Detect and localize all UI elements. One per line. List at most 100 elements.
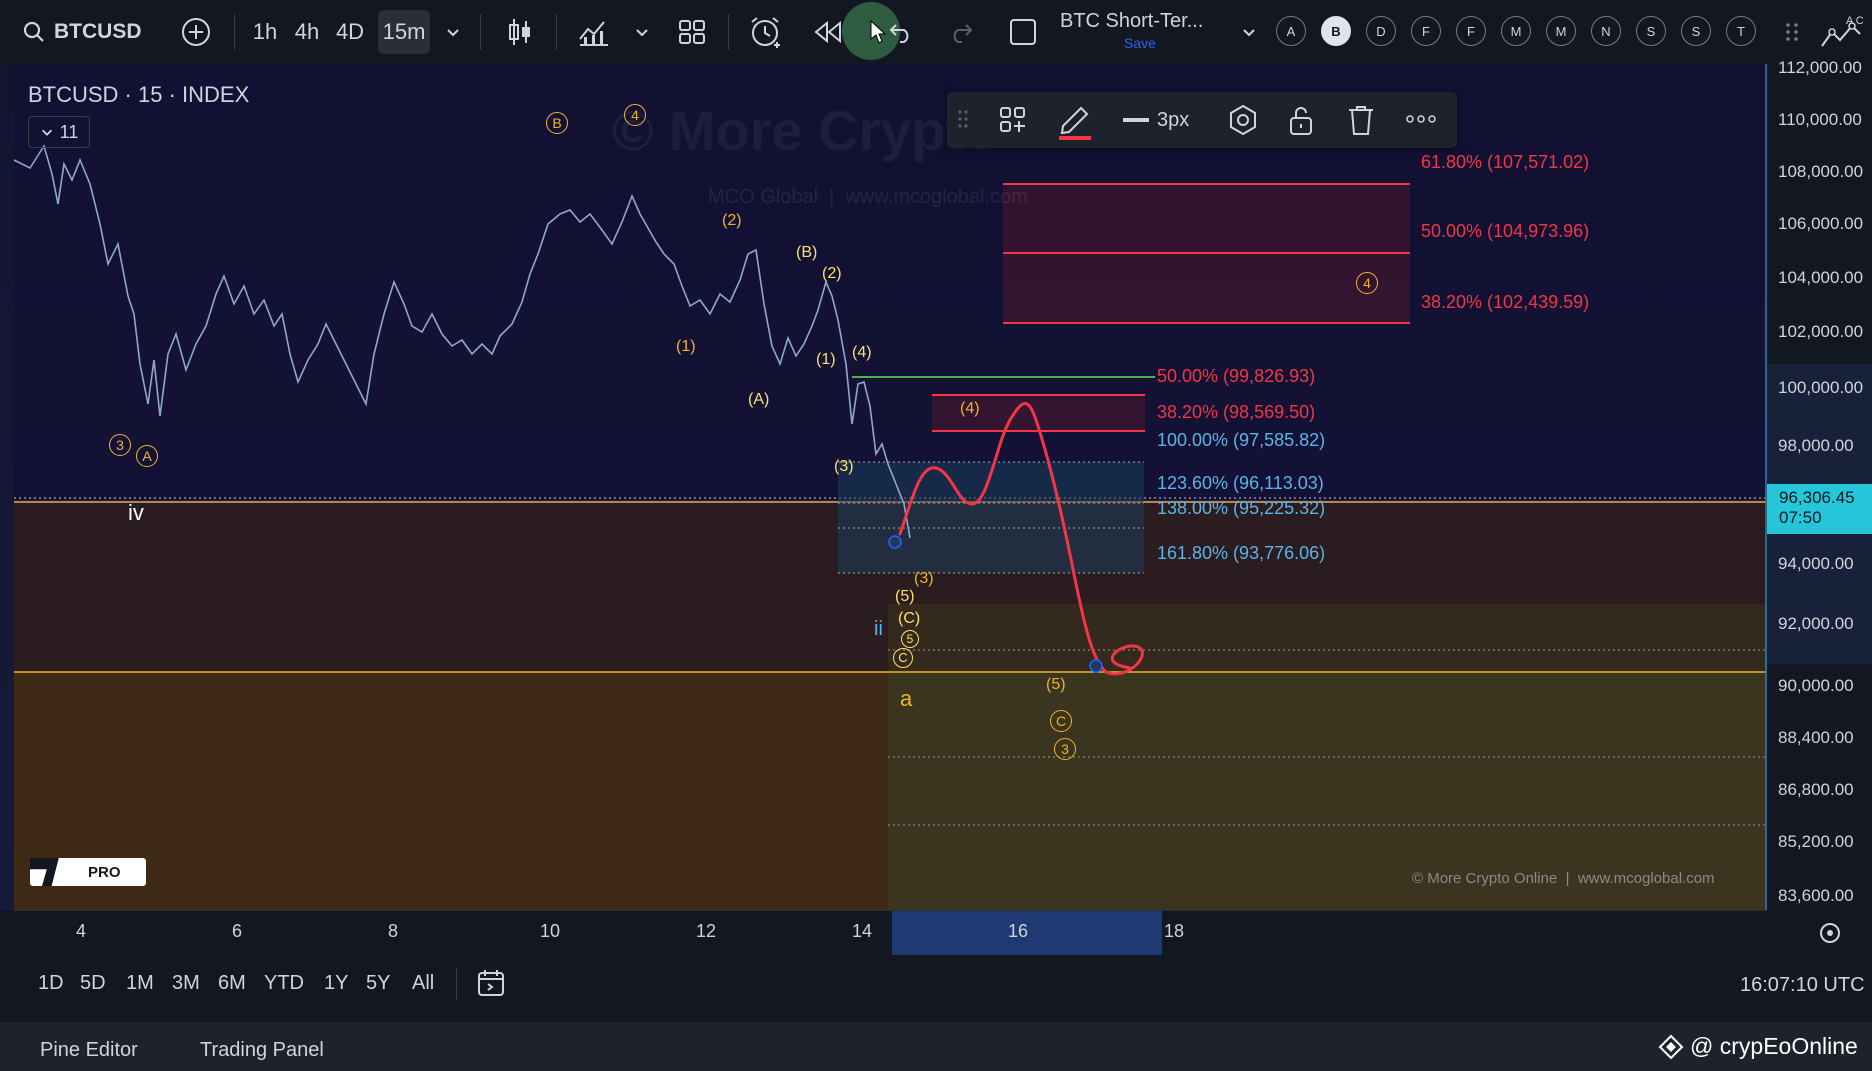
interval-dropdown[interactable]: [440, 10, 466, 54]
time-axis-label: 10: [540, 921, 561, 941]
replay-button[interactable]: [810, 10, 846, 54]
chart-type-button[interactable]: [502, 10, 538, 54]
price-axis-label: 85,200.00: [1778, 832, 1854, 851]
trading-panel-tab[interactable]: Trading Panel: [200, 1039, 324, 1062]
wave-label: (3): [914, 570, 934, 587]
toolbar-divider: [728, 14, 729, 50]
layout-dropdown[interactable]: [1238, 10, 1260, 54]
time-axis-bar[interactable]: 4 6 8 10 12 14 16 18: [14, 910, 1766, 955]
range-1d[interactable]: 1D: [38, 972, 64, 995]
last-price: 96,306.45: [1779, 488, 1855, 507]
drag-handle-icon[interactable]: [1780, 10, 1804, 54]
wave-label: (C): [898, 610, 921, 627]
indicator-count: 11: [59, 121, 79, 142]
toolbar-divider: [234, 14, 235, 50]
letter-button-n[interactable]: N: [1591, 16, 1621, 46]
range-all[interactable]: All: [412, 972, 434, 995]
binance-logo-icon: [1658, 1034, 1684, 1065]
chart-watermark: © More Crypto: [612, 99, 999, 162]
letter-button-s2[interactable]: S: [1681, 16, 1711, 46]
panel-tabs: Pine Editor Trading Panel @ crypEoOnline: [0, 1022, 1872, 1071]
toolbar-divider: [480, 14, 481, 50]
chart-legend-title[interactable]: BTCUSD · 15 · INDEX: [28, 82, 249, 108]
layouts-button[interactable]: [674, 10, 710, 54]
letter-button-s1[interactable]: S: [1636, 16, 1666, 46]
letter-button-m1[interactable]: M: [1501, 16, 1531, 46]
settings-button[interactable]: [1227, 104, 1259, 141]
letter-button-d[interactable]: D: [1366, 16, 1396, 46]
delete-button[interactable]: [1347, 104, 1375, 141]
time-axis-label: 18: [1164, 921, 1185, 941]
indicators-dropdown[interactable]: [632, 10, 652, 54]
letter-button-t[interactable]: T: [1726, 16, 1756, 46]
price-axis-label: 86,800.00: [1778, 780, 1854, 799]
range-6m[interactable]: 6M: [218, 972, 246, 995]
grid-plus-icon: [1000, 107, 1025, 132]
settings-hex-icon: [1230, 104, 1256, 136]
range-1m[interactable]: 1M: [126, 972, 154, 995]
tradingview-logo: PRO: [30, 858, 146, 886]
range-5y[interactable]: 5Y: [366, 972, 390, 995]
price-axis-label: 83,600.00: [1778, 886, 1854, 905]
axis-settings-button[interactable]: [1816, 919, 1844, 947]
letter-button-a[interactable]: A: [1276, 16, 1306, 46]
interval-4d[interactable]: 4D: [334, 10, 366, 54]
utc-clock[interactable]: 16:07:10 UTC: [1740, 974, 1865, 997]
templates-button[interactable]: [999, 106, 1027, 139]
letter-button-f1[interactable]: F: [1411, 16, 1441, 46]
wave-label: (5): [895, 588, 915, 605]
time-axis-label: 14: [852, 921, 873, 941]
chevron-down-icon: [1243, 29, 1255, 37]
interval-1h[interactable]: 1h: [250, 10, 280, 54]
price-axis-label: 98,000.00: [1778, 436, 1854, 455]
redo-button[interactable]: [946, 10, 976, 54]
gear-icon: [1820, 923, 1840, 943]
price-axis-label: 94,000.00: [1778, 554, 1854, 573]
tv-logo-mark: [30, 858, 59, 886]
wave-label: (1): [816, 351, 836, 368]
time-axis-label: 16: [1008, 921, 1029, 941]
range-3m[interactable]: 3M: [172, 972, 200, 995]
drawing-tool-icon[interactable]: A C: [1816, 10, 1866, 54]
letter-button-b[interactable]: B: [1321, 16, 1351, 46]
layout-checkbox[interactable]: [1006, 10, 1040, 54]
line-width-label: 3px: [1157, 108, 1190, 131]
wave-label: C: [893, 648, 913, 668]
toolbar-drag-handle[interactable]: [957, 108, 969, 135]
fib-138: 138.00% (95,225.32): [1157, 498, 1326, 518]
price-axis-label: 88,400.00: [1778, 728, 1854, 747]
undo-button[interactable]: [886, 10, 916, 54]
search-icon: [23, 21, 44, 42]
fib-50-top: 50.00% (104,973.96): [1421, 221, 1590, 241]
interval-4h[interactable]: 4h: [292, 10, 322, 54]
more-button[interactable]: [1405, 112, 1437, 131]
lock-button[interactable]: [1287, 104, 1315, 141]
layout-name[interactable]: BTC Short-Ter... Save: [1060, 10, 1240, 58]
range-5d[interactable]: 5D: [80, 972, 106, 995]
letter-button-f2[interactable]: F: [1456, 16, 1486, 46]
alert-button[interactable]: [746, 10, 786, 54]
range-1y[interactable]: 1Y: [324, 972, 348, 995]
fib-100: 100.00% (97,585.82): [1157, 430, 1326, 450]
fib-382-top: 38.20% (102,439.59): [1421, 292, 1590, 312]
indicators-button[interactable]: [576, 10, 612, 54]
save-label[interactable]: Save: [1060, 35, 1220, 51]
line-width-button[interactable]: 3px: [1121, 106, 1189, 134]
range-ytd[interactable]: YTD: [264, 972, 304, 995]
price-axis-label: 112,000.00: [1778, 58, 1862, 77]
pine-editor-tab[interactable]: Pine Editor: [40, 1039, 138, 1062]
symbol-search-button[interactable]: BTCUSD: [22, 10, 142, 54]
line-color-button[interactable]: [1057, 100, 1093, 145]
chevron-down-icon: [447, 29, 459, 37]
chevron-down-icon: [636, 29, 648, 37]
time-axis-label: 8: [388, 921, 399, 941]
letter-button-m2[interactable]: M: [1546, 16, 1576, 46]
interval-15m[interactable]: 15m: [378, 10, 430, 54]
goto-date-button[interactable]: [476, 968, 508, 1003]
toolbar-divider: [556, 14, 557, 50]
wave-label: (A): [748, 391, 770, 408]
chart-pane[interactable]: BTCUSD · 15 · INDEX 11 © More Crypto MCO…: [0, 58, 1872, 910]
price-axis-label: 110,000.00: [1778, 110, 1862, 129]
indicator-toggle[interactable]: 11: [28, 116, 90, 148]
compare-symbol-button[interactable]: [178, 10, 214, 54]
